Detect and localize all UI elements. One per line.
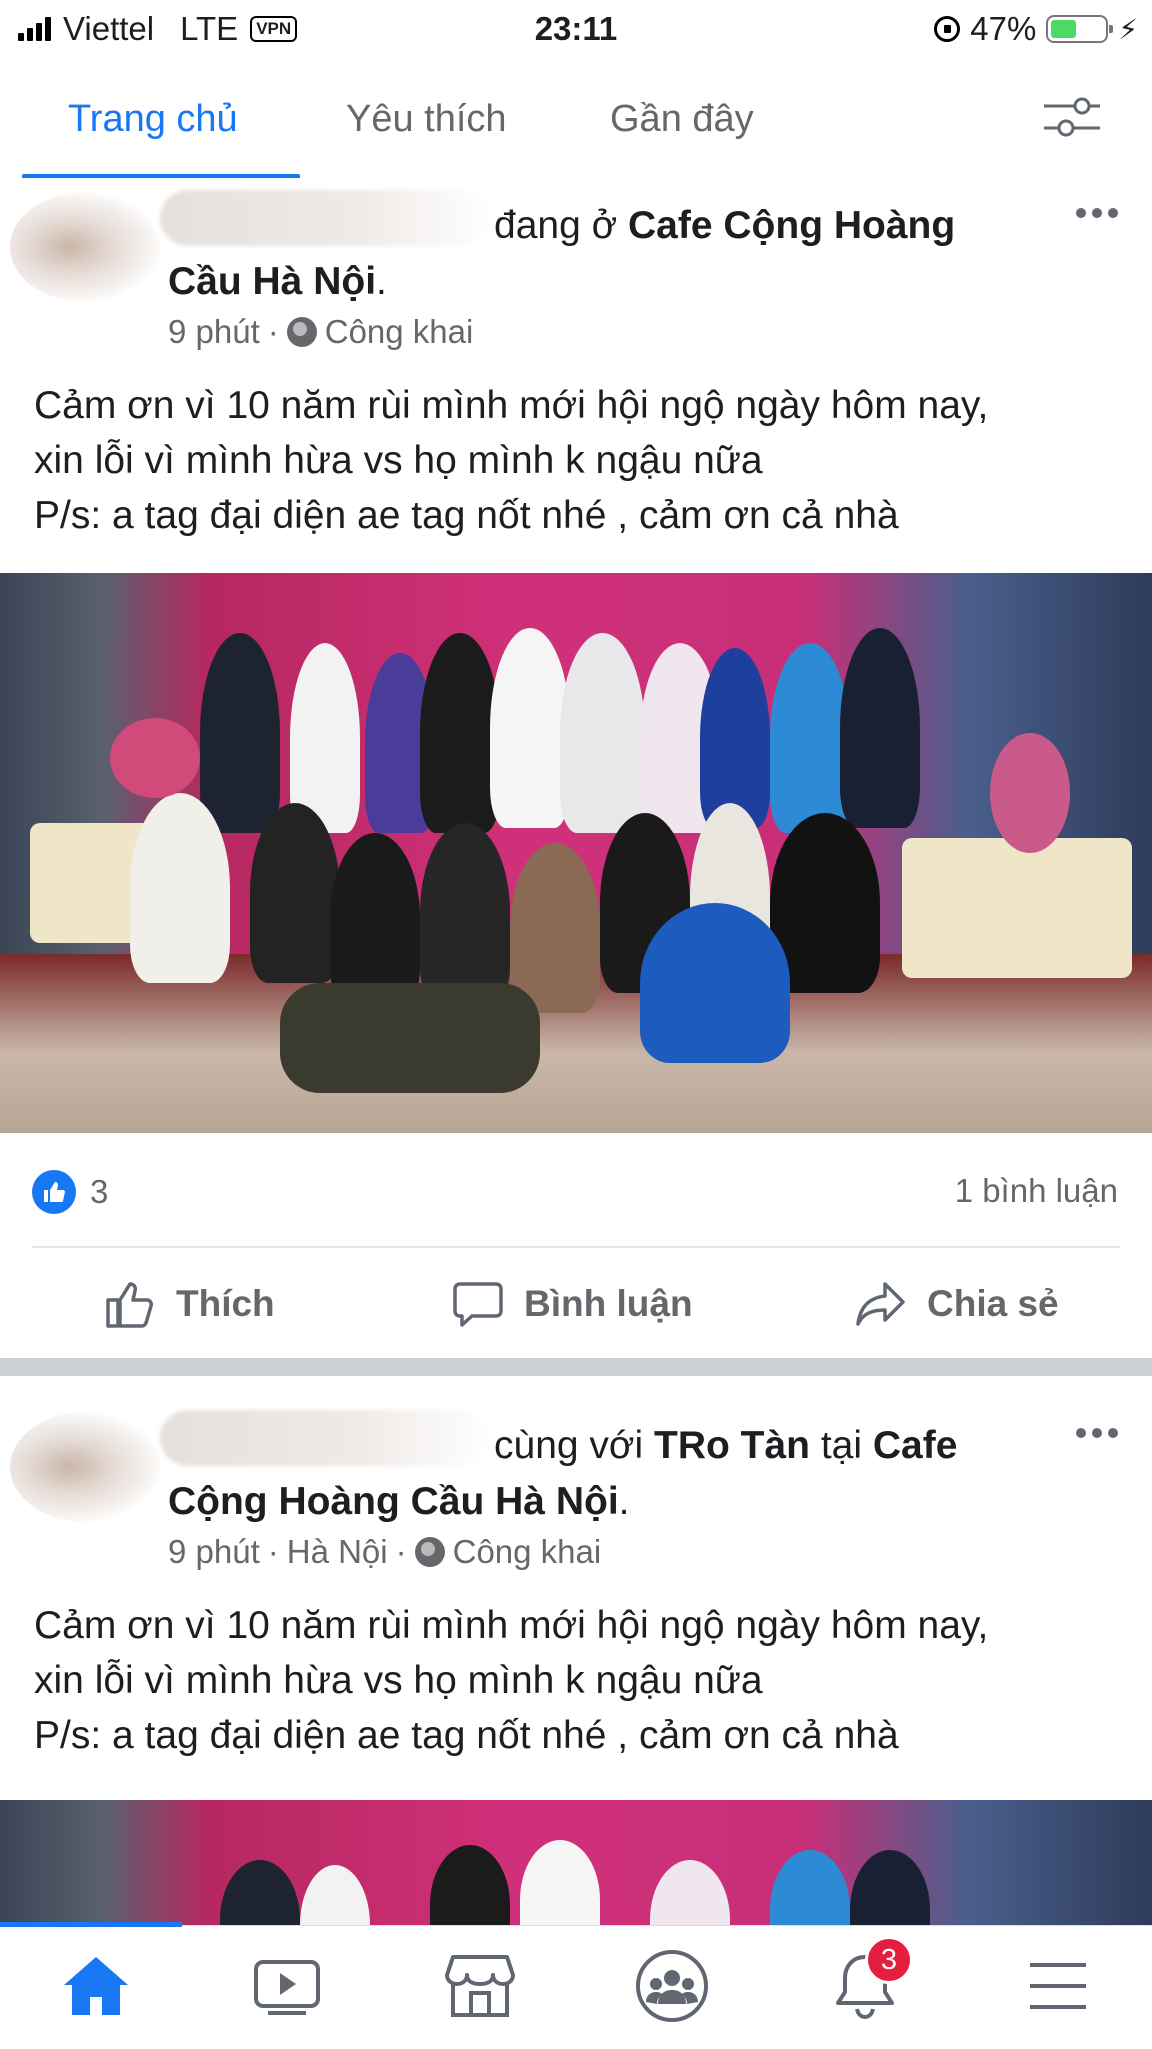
place-link-line2[interactable]: Cầu Hà Nội [168,260,376,303]
post-separator [0,1358,1152,1376]
status-bar: Viettel LTE VPN 23:11 47% ⚡ [0,0,1152,58]
active-nav-indicator [0,1922,182,1927]
post-text-line: Cảm ơn vì 10 năm rùi mình mới hội ngộ ng… [34,1604,989,1647]
nav-notifications[interactable]: 3 [825,1936,913,2026]
bottom-navigation: 3 [0,1922,1152,2049]
more-options-icon[interactable] [1076,206,1122,220]
post-meta: 9 phút · Hà Nội · Công khai [168,1533,602,1571]
place-link-line2[interactable]: Cộng Hoàng Cầu Hà Nội [168,1480,619,1523]
nav-groups[interactable] [632,1946,712,2026]
avatar[interactable] [10,192,160,302]
comment-icon [453,1282,503,1327]
privacy-label: Công khai [324,313,474,350]
tagged-person-link[interactable]: TRo Tàn [654,1424,810,1467]
like-label: Thích [176,1283,275,1324]
place-link[interactable]: Cafe Cộng Hoàng [628,204,955,247]
comment-button[interactable]: Bình luận [452,1278,693,1330]
avatar[interactable] [10,1412,160,1522]
charging-icon: ⚡ [1118,13,1138,45]
post-text-line: P/s: a tag đại diện ae tag nốt nhé , cảm… [34,494,899,537]
nav-video[interactable] [247,1946,327,2026]
post-text-line: xin lỗi vì mình hừa vs họ mình k ngậu nữ… [34,439,763,482]
menu-icon [1030,1963,1086,2009]
groups-icon [636,1950,708,2022]
home-icon [64,1957,128,2015]
place-link[interactable]: Cafe [873,1424,958,1467]
nav-menu[interactable] [1018,1946,1098,2026]
comment-count[interactable]: 1 bình luận [955,1172,1118,1210]
more-options-icon[interactable] [1076,1426,1122,1440]
post-photo[interactable] [0,573,1152,1133]
post-text-line: xin lỗi vì mình hừa vs họ mình k ngậu nữ… [34,1659,763,1702]
feed-post: cùng với TRo Tàn tại Cafe Cộng Hoàng Cầu… [0,1380,1152,1925]
nav-home[interactable] [56,1946,136,2026]
share-button[interactable]: Chia sẻ [855,1278,1059,1330]
tab-home[interactable]: Trang chủ [68,98,238,141]
comment-label: Bình luận [524,1283,693,1324]
header-action-text: đang ở [494,204,618,247]
post-time[interactable]: 9 phút [168,313,260,351]
filter-icon[interactable] [1042,94,1102,140]
divider [32,1246,1120,1248]
rotation-lock-icon [934,16,961,42]
status-right: 47% ⚡ [934,10,1138,48]
post-text: Cảm ơn vì 10 năm rùi mình mới hội ngộ ng… [34,378,1124,543]
tab-favorites[interactable]: Yêu thích [346,98,507,141]
post-header: đang ở Cafe Cộng Hoàng Cầu Hà Nội. [168,204,956,303]
post-photo[interactable] [0,1800,1152,1925]
feed-tabs: Trang chủ Yêu thích Gần đây [0,70,1152,179]
privacy-label: Công khai [452,1533,602,1570]
share-icon [856,1282,905,1326]
post-text: Cảm ơn vì 10 năm rùi mình mới hội ngộ ng… [34,1598,1124,1763]
notification-badge: 3 [865,1936,913,1984]
battery-icon [1046,15,1114,43]
post-time[interactable]: 9 phút [168,1533,260,1571]
header-action-text: cùng với [494,1424,644,1467]
post-meta: 9 phút · Công khai [168,313,474,351]
globe-icon [286,317,317,347]
post-header: cùng với TRo Tàn tại Cafe Cộng Hoàng Cầu… [168,1424,958,1523]
marketplace-icon [445,1955,515,2017]
post-text-line: Cảm ơn vì 10 năm rùi mình mới hội ngộ ng… [34,384,989,427]
post-text-line: P/s: a tag đại diện ae tag nốt nhé , cảm… [34,1714,899,1757]
tab-recent[interactable]: Gần đây [610,98,754,141]
header-at-text: tại [820,1424,863,1467]
video-icon [254,1960,320,2015]
thumbs-up-icon [106,1282,153,1328]
like-button[interactable]: Thích [104,1278,275,1330]
reaction-count: 3 [90,1173,109,1210]
reaction-summary[interactable]: 3 [32,1170,108,1214]
share-label: Chia sẻ [927,1283,1059,1324]
like-reaction-icon [32,1170,76,1214]
battery-percent: 47% [970,10,1037,47]
globe-icon [414,1537,445,1567]
feed-post: đang ở Cafe Cộng Hoàng Cầu Hà Nội. 9 phú… [0,178,1152,1353]
post-location[interactable]: Hà Nội [287,1533,388,1571]
nav-marketplace[interactable] [440,1946,520,2026]
